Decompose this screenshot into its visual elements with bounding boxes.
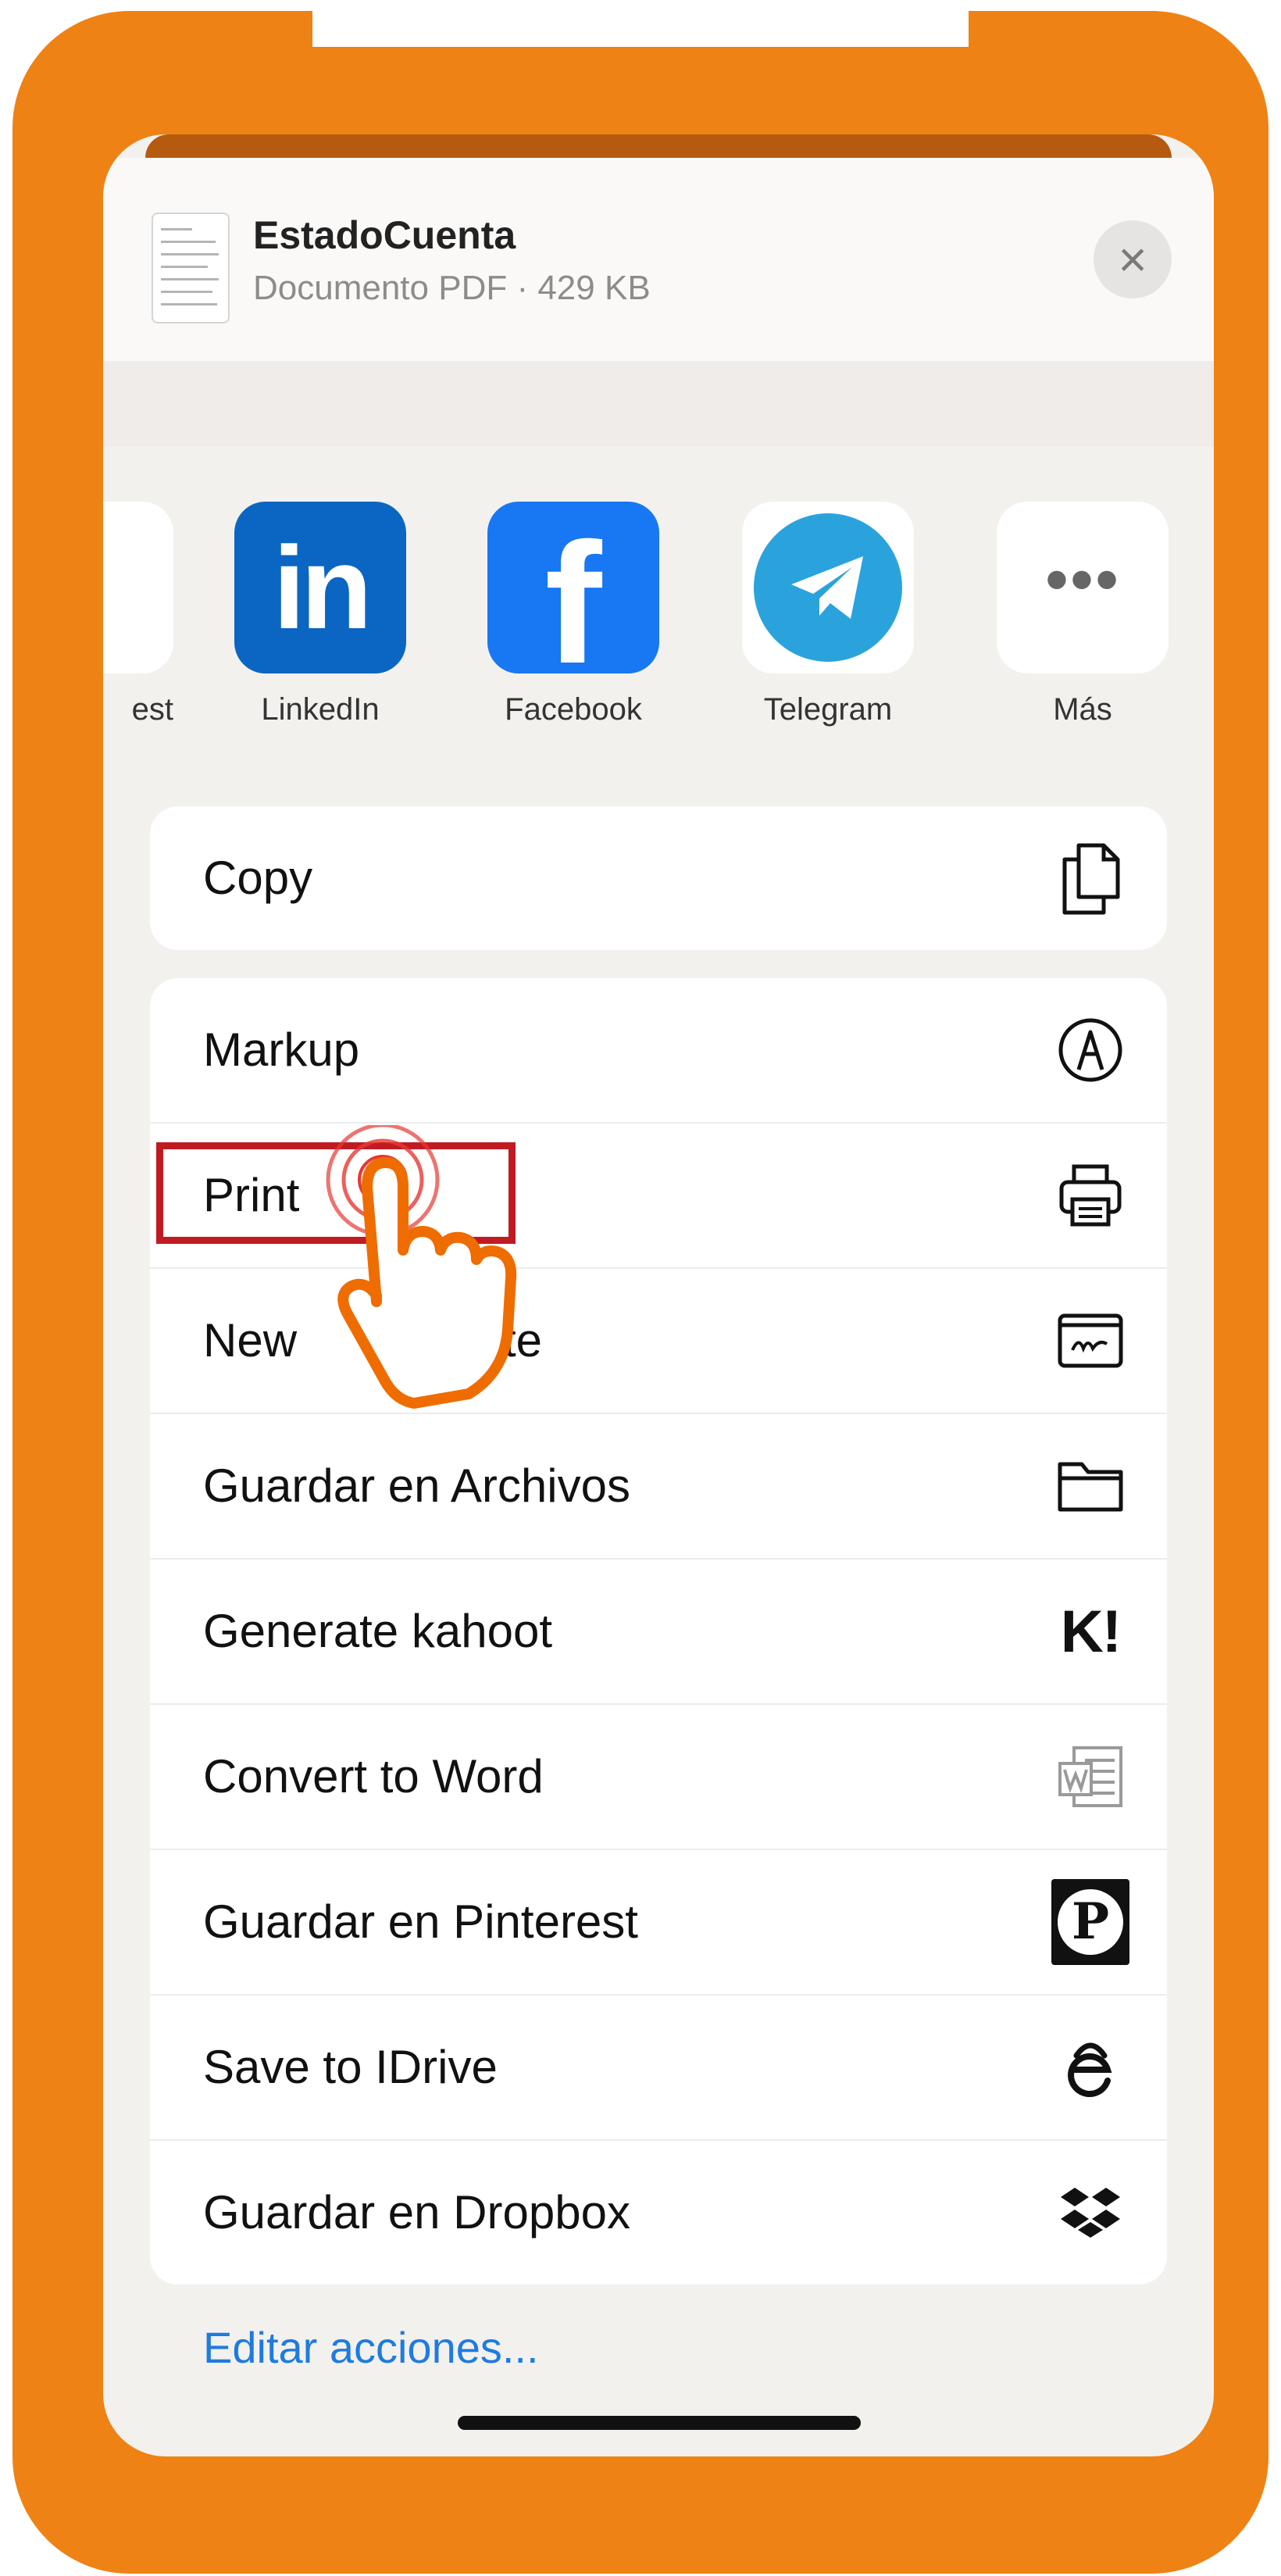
pinterest-icon: P xyxy=(1051,1879,1129,1965)
app-more[interactable]: ••• Más xyxy=(997,502,1169,727)
app-label: Facebook xyxy=(505,692,642,727)
action-markup[interactable]: Markup xyxy=(150,978,1167,1124)
app-label: LinkedIn xyxy=(261,692,380,727)
document-meta: Documento PDF · 429 KB xyxy=(253,269,651,307)
markup-icon xyxy=(1051,1011,1129,1089)
step-title: Paso 6 xyxy=(312,0,969,50)
quick-note-icon xyxy=(1051,1302,1129,1380)
action-save-to-pinterest[interactable]: Guardar en Pinterest P xyxy=(150,1850,1167,1995)
pdf-thumbnail-icon xyxy=(152,213,230,323)
header-divider-band xyxy=(103,361,1214,447)
app-label: Más xyxy=(1053,692,1112,727)
home-indicator xyxy=(458,2416,861,2430)
document-name: EstadoCuenta xyxy=(253,213,516,257)
facebook-icon: f xyxy=(487,502,659,673)
action-save-to-files[interactable]: Guardar en Archivos xyxy=(150,1414,1167,1560)
phone-screen: EstadoCuenta Documento PDF · 429 KB × es… xyxy=(103,134,1214,2456)
copy-group: Copy xyxy=(150,806,1167,950)
tap-hand-icon xyxy=(326,1125,517,1409)
action-convert-to-word[interactable]: Convert to Word xyxy=(150,1705,1167,1850)
action-save-to-dropbox[interactable]: Guardar en Dropbox xyxy=(150,2141,1167,2285)
app-telegram[interactable]: Telegram xyxy=(742,502,914,727)
close-button[interactable]: × xyxy=(1094,220,1172,298)
kahoot-icon: K! xyxy=(1060,1598,1122,1665)
app-row: est in LinkedIn f Facebook Telegram ••• … xyxy=(103,502,1214,752)
action-generate-kahoot[interactable]: Generate kahoot K! xyxy=(150,1560,1167,1705)
action-quick-note[interactable]: New te xyxy=(150,1269,1167,1414)
folder-icon xyxy=(1051,1447,1129,1525)
dropbox-icon xyxy=(1051,2174,1129,2252)
app-label: Telegram xyxy=(763,692,893,727)
telegram-icon xyxy=(742,502,914,673)
idrive-icon xyxy=(1051,2028,1129,2106)
print-icon xyxy=(1051,1156,1129,1234)
word-icon xyxy=(1051,1738,1129,1816)
action-copy[interactable]: Copy xyxy=(150,806,1167,950)
edit-actions-link[interactable]: Editar acciones... xyxy=(203,2322,539,2373)
app-linkedin[interactable]: in LinkedIn xyxy=(234,502,406,727)
pinterest-icon xyxy=(103,502,173,673)
action-save-to-idrive[interactable]: Save to IDrive xyxy=(150,1995,1167,2141)
more-icon: ••• xyxy=(997,502,1169,673)
linkedin-icon: in xyxy=(234,502,406,673)
app-facebook[interactable]: f Facebook xyxy=(487,502,659,727)
app-pinterest[interactable]: est xyxy=(103,502,173,727)
copy-icon xyxy=(1051,839,1129,917)
share-sheet-header: EstadoCuenta Documento PDF · 429 KB × xyxy=(103,158,1214,363)
